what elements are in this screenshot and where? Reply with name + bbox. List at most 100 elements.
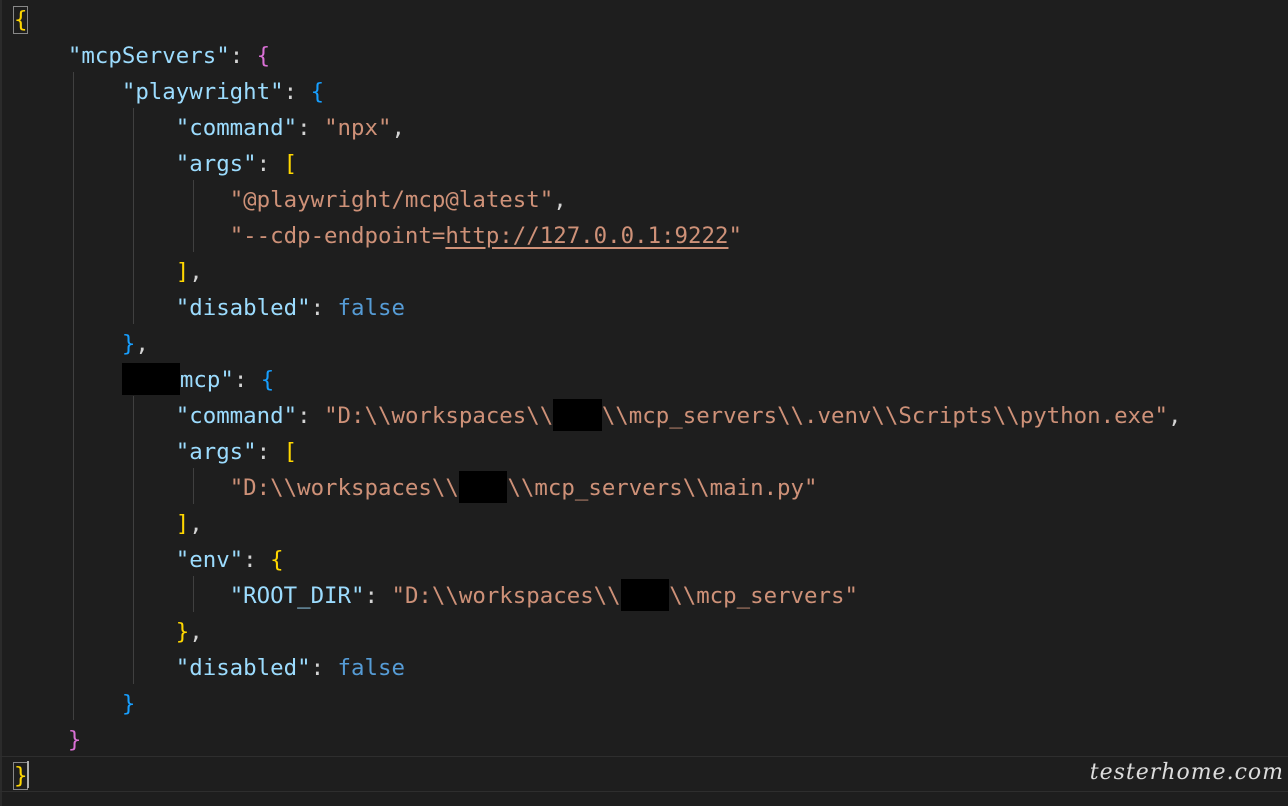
code-token: "args" (175, 439, 257, 465)
code-token: ] (175, 511, 190, 537)
code-line-content: }, (14, 326, 149, 362)
code-token: : (297, 403, 325, 429)
code-token: "npx" (324, 115, 392, 141)
code-token: : (229, 43, 257, 69)
code-line-content: ], (14, 254, 203, 290)
code-token: , (189, 619, 203, 645)
code-token: : (243, 547, 271, 573)
code-token: , (135, 331, 149, 357)
code-line[interactable]: "@playwright/mcp@latest", (0, 182, 1288, 218)
code-line-content: "args": [ (14, 434, 297, 470)
code-line[interactable]: "disabled": false (0, 290, 1288, 326)
code-line[interactable]: }, (0, 326, 1288, 362)
code-line[interactable]: ], (0, 506, 1288, 542)
redacted-text (458, 471, 508, 503)
code-token: "ROOT_DIR" (229, 583, 365, 609)
code-token: "@playwright/mcp@latest" (229, 187, 554, 213)
code-line[interactable]: "--cdp-endpoint=http://127.0.0.1:9222" (0, 218, 1288, 254)
code-token: "mcpServers" (67, 43, 230, 69)
code-token: : (283, 79, 311, 105)
code-token: [ (283, 151, 298, 177)
code-token: "playwright" (121, 79, 284, 105)
code-line-content: "env": { (14, 542, 284, 578)
code-line[interactable]: "playwright": { (0, 74, 1288, 110)
code-line[interactable]: "command": "D:\\workspaces\\ \\mcp_server… (0, 398, 1288, 434)
code-line[interactable]: "args": [ (0, 434, 1288, 470)
code-token: : (256, 151, 284, 177)
code-line[interactable]: "args": [ (0, 146, 1288, 182)
code-token: : (364, 583, 392, 609)
code-line[interactable]: { (0, 2, 1288, 38)
code-token: } (121, 691, 136, 717)
code-token: "command" (175, 115, 298, 141)
code-line[interactable]: ], (0, 254, 1288, 290)
code-line-content: "disabled": false (14, 650, 405, 686)
code-token: false (337, 295, 405, 321)
code-line[interactable]: "command": "npx", (0, 110, 1288, 146)
code-token: } (12, 762, 29, 790)
code-line[interactable]: "ROOT_DIR": "D:\\workspaces\\ \\mcp_serve… (0, 578, 1288, 614)
code-token: { (310, 79, 325, 105)
code-line[interactable]: } (0, 722, 1288, 758)
code-line[interactable]: }, (0, 614, 1288, 650)
code-token: } (67, 727, 82, 753)
code-line[interactable]: "mcpServers": { (0, 38, 1288, 74)
code-token: } (175, 619, 190, 645)
code-token: "env" (175, 547, 244, 573)
code-line-content: "playwright": { (14, 74, 324, 110)
code-token: { (260, 367, 275, 393)
code-line-content: }, (14, 614, 203, 650)
code-line-content: } (12, 758, 29, 794)
code-line-content: ], (14, 506, 203, 542)
code-line-content: "ROOT_DIR": "D:\\workspaces\\ \\mcp_serve… (14, 578, 858, 614)
code-token: : (233, 367, 261, 393)
code-token: : (256, 439, 284, 465)
code-editor[interactable]: { "mcpServers": { "playwright": { "comma… (0, 0, 1288, 806)
code-token: "disabled" (175, 655, 311, 681)
code-token: , (553, 187, 567, 213)
code-line-content: "mcpServers": { (14, 38, 270, 74)
watermark: testerhome.com (1089, 760, 1284, 785)
code-line[interactable]: "env": { (0, 542, 1288, 578)
code-token: [ (283, 439, 298, 465)
code-line[interactable]: } (0, 686, 1288, 722)
code-token: { (270, 547, 284, 573)
redacted-text (553, 399, 602, 431)
code-line[interactable]: mcp": { (0, 362, 1288, 398)
code-line-content: "D:\\workspaces\\ \\mcp_servers\\main.py" (14, 470, 818, 506)
code-token: } (121, 331, 136, 357)
code-line-content: { (12, 2, 29, 38)
code-token: , (189, 511, 203, 537)
code-token: "args" (175, 151, 257, 177)
redacted-text (121, 363, 180, 395)
code-line-content: } (14, 722, 81, 758)
code-line-content: mcp": { (14, 362, 274, 398)
code-line[interactable]: "disabled": false (0, 650, 1288, 686)
code-token: : (310, 295, 338, 321)
code-token: "disabled" (175, 295, 311, 321)
code-token: "command" (175, 403, 298, 429)
code-token: : (297, 115, 325, 141)
code-token: \\mcp_servers\\main.py" (507, 475, 818, 501)
code-token: false (337, 655, 405, 681)
code-token: mcp" (179, 367, 234, 393)
code-token: " (728, 223, 742, 249)
code-token: , (391, 115, 405, 141)
code-token: \\mcp_servers\\.venv\\Scripts\\python.ex… (601, 403, 1169, 429)
code-line[interactable]: "D:\\workspaces\\ \\mcp_servers\\main.py" (0, 470, 1288, 506)
code-token: "D:\\workspaces\\ (324, 403, 554, 429)
